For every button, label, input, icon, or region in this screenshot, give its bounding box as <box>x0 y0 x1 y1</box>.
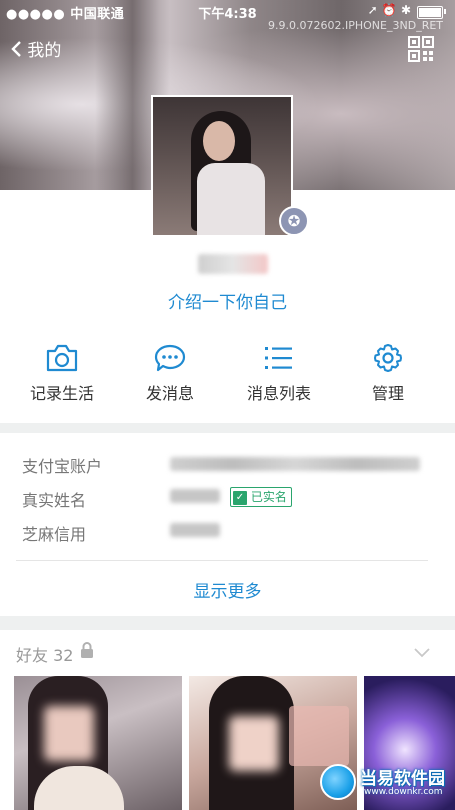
intro-link[interactable]: 介绍一下你自己 <box>0 288 455 313</box>
realname-label: 真实姓名 <box>22 491 87 510</box>
chevron-down-icon[interactable] <box>413 646 431 658</box>
logo-globe-icon <box>320 764 356 800</box>
camera-icon <box>46 344 78 372</box>
verified-text: 已实名 <box>250 490 287 504</box>
status-icons: ➚ ⏰ ✱ <box>367 3 411 17</box>
list-icon <box>265 347 292 369</box>
alipay-account-value <box>170 457 420 471</box>
realname-value <box>170 489 220 503</box>
friend-photo-1[interactable] <box>14 676 182 810</box>
sesame-credit-value[interactable] <box>170 523 220 537</box>
back-label: 我的 <box>27 41 62 61</box>
avatar[interactable] <box>151 95 293 237</box>
logo-text: 当易软件园 <box>360 769 445 789</box>
chat-bubble-icon <box>154 344 186 372</box>
record-life-button[interactable]: 记录生活 <box>17 343 107 404</box>
message-list-button[interactable]: 消息列表 <box>234 343 324 404</box>
id-card-icon: ✓ <box>233 490 247 505</box>
sesame-credit-label: 芝麻信用 <box>22 525 87 544</box>
version-watermark: 9.9.0.072602.IPHONE_3ND_RET <box>268 19 443 32</box>
send-message-button[interactable]: 发消息 <box>125 343 215 404</box>
verified-badge: ✓ 已实名 <box>230 487 292 507</box>
action-label: 管理 <box>371 384 404 403</box>
nickname-blurred <box>198 254 268 274</box>
friends-title: 好友 32 <box>16 646 74 665</box>
manage-button[interactable]: 管理 <box>343 343 433 404</box>
qrcode-icon[interactable] <box>408 36 434 62</box>
show-more-link[interactable]: 显示更多 <box>0 577 455 602</box>
gear-icon <box>374 344 402 372</box>
action-label: 消息列表 <box>246 384 311 403</box>
battery-icon <box>417 6 443 19</box>
action-bar: 记录生活 发消息 消息列表 管理 <box>0 343 455 413</box>
lock-icon <box>81 642 93 658</box>
chevron-left-icon <box>11 40 21 57</box>
star-badge-icon: ✪ <box>279 206 309 236</box>
alipay-account-label: 支付宝账户 <box>22 457 103 476</box>
action-label: 发消息 <box>145 384 194 403</box>
back-button[interactable]: 我的 <box>10 36 61 61</box>
logo-url: www.downkr.com <box>364 787 443 797</box>
action-label: 记录生活 <box>29 384 94 403</box>
app-logo: 当易软件园 www.downkr.com <box>320 760 450 804</box>
divider <box>16 560 428 561</box>
